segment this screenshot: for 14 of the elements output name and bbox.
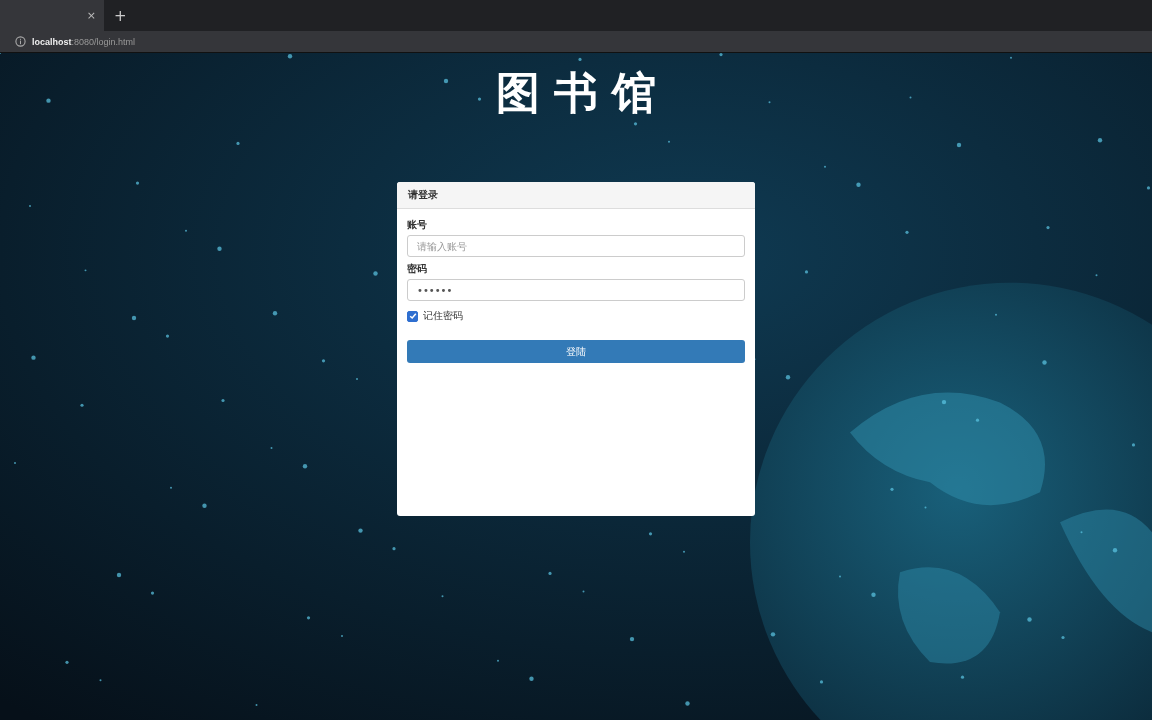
password-field[interactable]: •••••• xyxy=(407,279,745,301)
new-tab-button[interactable]: + xyxy=(114,7,127,25)
field-label: 密码 xyxy=(407,262,428,276)
account-field[interactable]: 请输入账号 xyxy=(407,235,745,257)
page-title: 图书馆 xyxy=(495,67,670,119)
remember-checkbox[interactable] xyxy=(407,310,418,322)
browser-tab[interactable]: × xyxy=(0,0,104,31)
remember-label: 记住密码 xyxy=(423,309,463,323)
info-icon[interactable] xyxy=(15,36,26,47)
close-tab-button[interactable]: × xyxy=(86,9,96,22)
address-field[interactable]: localhost:8080/login.html xyxy=(32,36,136,47)
login-button[interactable]: 登陆 xyxy=(407,340,745,363)
field-label: 账号 xyxy=(407,218,428,232)
panel-heading: 请登录 xyxy=(408,189,438,200)
